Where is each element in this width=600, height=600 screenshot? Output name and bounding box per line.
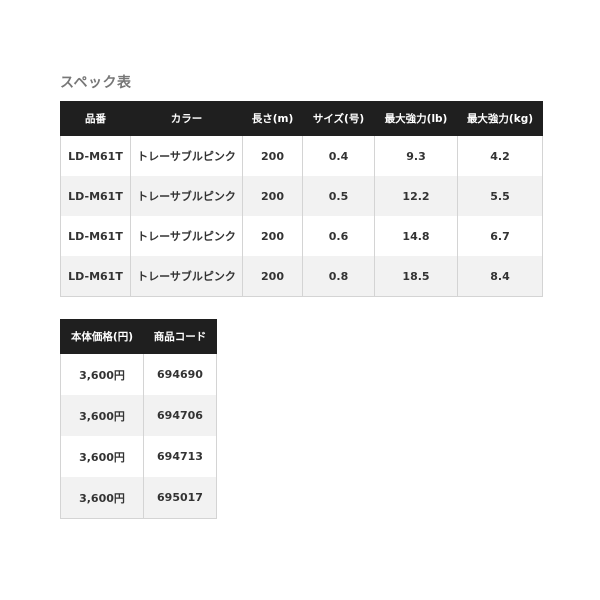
cell-size: 0.8 <box>302 256 375 297</box>
cell-color: トレーサブルピンク <box>130 135 243 176</box>
cell-size: 0.6 <box>302 216 375 256</box>
cell-price: 3,600円 <box>60 395 144 436</box>
cell-size: 0.4 <box>302 135 375 176</box>
cell-max-strength-kg: 5.5 <box>457 176 543 216</box>
header-color: カラー <box>130 101 243 136</box>
cell-product-code: 694713 <box>143 436 217 477</box>
cell-product-number: LD-M61T <box>60 135 131 176</box>
spec-table-header-row: 品番 カラー 長さ(m) サイズ(号) 最大強力(lb) 最大強力(kg) <box>60 101 543 136</box>
cell-length: 200 <box>242 176 303 216</box>
table-row: 3,600円 694713 <box>60 436 217 477</box>
header-product-code: 商品コード <box>143 319 217 354</box>
cell-color: トレーサブルピンク <box>130 256 243 297</box>
table-row: LD-M61T トレーサブルピンク 200 0.4 9.3 4.2 <box>60 135 543 176</box>
header-size: サイズ(号) <box>302 101 375 136</box>
cell-color: トレーサブルピンク <box>130 176 243 216</box>
cell-max-strength-lb: 18.5 <box>374 256 458 297</box>
header-price: 本体価格(円) <box>60 319 144 354</box>
cell-max-strength-kg: 6.7 <box>457 216 543 256</box>
table-row: LD-M61T トレーサブルピンク 200 0.5 12.2 5.5 <box>60 176 543 216</box>
header-length: 長さ(m) <box>242 101 303 136</box>
table-row: 3,600円 694690 <box>60 353 217 395</box>
header-max-strength-lb: 最大強力(lb) <box>374 101 458 136</box>
cell-product-number: LD-M61T <box>60 216 131 256</box>
header-max-strength-kg: 最大強力(kg) <box>457 101 543 136</box>
cell-product-number: LD-M61T <box>60 176 131 216</box>
header-product-number: 品番 <box>60 101 131 136</box>
cell-length: 200 <box>242 256 303 297</box>
cell-color: トレーサブルピンク <box>130 216 243 256</box>
table-row: 3,600円 694706 <box>60 395 217 436</box>
cell-price: 3,600円 <box>60 436 144 477</box>
table-row: LD-M61T トレーサブルピンク 200 0.8 18.5 8.4 <box>60 256 543 297</box>
price-table: 本体価格(円) 商品コード 3,600円 694690 3,600円 69470… <box>60 319 217 519</box>
cell-product-code: 694690 <box>143 353 217 395</box>
table-row: 3,600円 695017 <box>60 477 217 519</box>
section-heading: スペック表 <box>60 75 132 91</box>
cell-max-strength-kg: 4.2 <box>457 135 543 176</box>
cell-length: 200 <box>242 216 303 256</box>
cell-max-strength-lb: 12.2 <box>374 176 458 216</box>
cell-max-strength-lb: 9.3 <box>374 135 458 176</box>
cell-price: 3,600円 <box>60 353 144 395</box>
cell-max-strength-lb: 14.8 <box>374 216 458 256</box>
price-table-header-row: 本体価格(円) 商品コード <box>60 319 217 354</box>
cell-product-number: LD-M61T <box>60 256 131 297</box>
cell-size: 0.5 <box>302 176 375 216</box>
table-row: LD-M61T トレーサブルピンク 200 0.6 14.8 6.7 <box>60 216 543 256</box>
spec-table: 品番 カラー 長さ(m) サイズ(号) 最大強力(lb) 最大強力(kg) LD… <box>60 101 543 297</box>
cell-price: 3,600円 <box>60 477 144 519</box>
cell-product-code: 694706 <box>143 395 217 436</box>
cell-max-strength-kg: 8.4 <box>457 256 543 297</box>
cell-length: 200 <box>242 135 303 176</box>
cell-product-code: 695017 <box>143 477 217 519</box>
